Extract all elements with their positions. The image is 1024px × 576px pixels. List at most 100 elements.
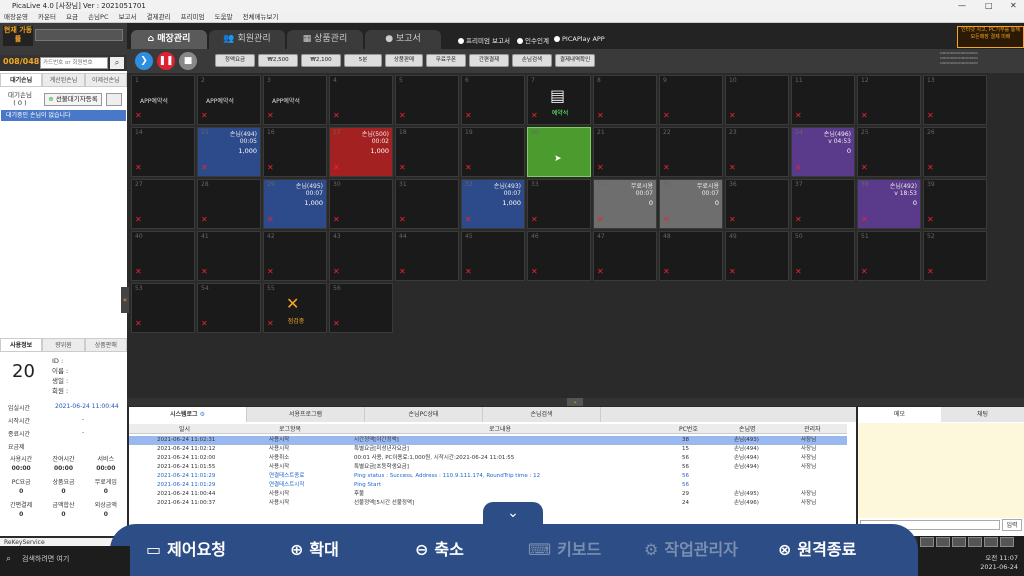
- seat-55[interactable]: 55 ✕ 점검중 ✕: [263, 283, 327, 333]
- log-row[interactable]: 2021-06-24 11:02:00 사용취소 00:01 사용, PC이용료:1…: [129, 454, 847, 463]
- seat-26[interactable]: 26 ✕: [923, 127, 987, 177]
- rate-2100-button[interactable]: ₩2,100: [301, 54, 341, 67]
- seat-34[interactable]: 34 무료시용 00:07 0 ✕: [593, 179, 657, 229]
- seat-45[interactable]: 45 ✕: [461, 231, 525, 281]
- seat-37[interactable]: 37 ✕: [791, 179, 855, 229]
- keyboard-button[interactable]: ⌨ 키보드: [528, 536, 601, 560]
- seat-22[interactable]: 22 ✕: [659, 127, 723, 177]
- tab-guest-search[interactable]: 손님검색: [483, 407, 601, 422]
- seat-23[interactable]: 23 ✕: [725, 127, 789, 177]
- tray-icon[interactable]: [1000, 537, 1014, 547]
- remote-toggle-icon[interactable]: ⌄: [483, 502, 543, 524]
- expand-panel-icon[interactable]: ⌄: [567, 398, 583, 406]
- menu-item[interactable]: 손님PC: [88, 13, 108, 21]
- menu-item[interactable]: 전체메뉴보기: [243, 13, 279, 21]
- tray-icon[interactable]: [952, 537, 966, 547]
- seat-10[interactable]: 10 ✕: [725, 75, 789, 125]
- log-row[interactable]: 2021-06-24 11:01:29 연결테스트시작 Ping Start 56: [129, 481, 847, 490]
- maximize-icon[interactable]: □: [985, 0, 993, 12]
- payment-history-button[interactable]: 결제내역확인: [555, 54, 595, 67]
- collapse-sidebar-icon[interactable]: «: [121, 287, 129, 313]
- tab-system-log[interactable]: 시스템로그 ⚙: [129, 407, 247, 422]
- seat-16[interactable]: 16 ✕: [263, 127, 327, 177]
- seat-51[interactable]: 51 ✕: [857, 231, 921, 281]
- menu-item[interactable]: 카운터: [38, 13, 56, 21]
- seat-17[interactable]: 17 손님(500) 00:02 1,000 ✕: [329, 127, 393, 177]
- seat-24[interactable]: 24 손님(496) v 04:53 0 ✕: [791, 127, 855, 177]
- seat-11[interactable]: 11 ✕: [791, 75, 855, 125]
- tab-waiting[interactable]: 대기손님: [0, 73, 43, 87]
- tab-memo[interactable]: 메모: [858, 407, 941, 422]
- seat-18[interactable]: 18 ✕: [395, 127, 459, 177]
- radio-picaplay-app[interactable]: PICAPlay APP: [554, 35, 605, 43]
- five-min-button[interactable]: 5분: [344, 54, 382, 67]
- task-manager-button[interactable]: ⚙ 작업관리자: [644, 536, 738, 560]
- stop-icon[interactable]: ■: [179, 52, 197, 70]
- seat-54[interactable]: 54 ✕: [197, 283, 261, 333]
- seat-5[interactable]: 5 ✕: [395, 75, 459, 125]
- pause-icon[interactable]: ❚❚: [157, 52, 175, 70]
- tab-product-sales[interactable]: 상품판매: [84, 338, 127, 352]
- seat-25[interactable]: 25 ✕: [857, 127, 921, 177]
- menu-item[interactable]: 요금: [66, 13, 78, 21]
- seat-53[interactable]: 53 ✕: [131, 283, 195, 333]
- easy-pay-button[interactable]: 간편결제: [469, 54, 509, 67]
- menu-item[interactable]: 프리미엄: [181, 13, 205, 21]
- flat-rate-button[interactable]: 정액요금: [215, 54, 255, 67]
- tab-member-management[interactable]: 👥 회원관리: [209, 30, 285, 49]
- seat-33[interactable]: 33 ✕: [527, 179, 591, 229]
- tray-icon[interactable]: [984, 537, 998, 547]
- tab-moved[interactable]: 이제선손님: [84, 73, 127, 87]
- seat-14[interactable]: 14 ✕: [131, 127, 195, 177]
- tab-member[interactable]: 량위원: [42, 338, 85, 352]
- free-coupon-button[interactable]: 무료쿠폰: [426, 54, 466, 67]
- promo-banner[interactable]: 인터넷 사고, PC기부를 통해 모든매장 결제 미배: [957, 26, 1024, 48]
- register-prepaid-button[interactable]: ⊕ 선불대기자등록: [44, 93, 102, 106]
- radio-handover[interactable]: 인수인계: [517, 35, 549, 45]
- seat-6[interactable]: 6 ✕: [461, 75, 525, 125]
- seat-13[interactable]: 13 ✕: [923, 75, 987, 125]
- seat-20[interactable]: 20 ➤: [527, 127, 591, 177]
- seat-29[interactable]: 29 손님(495) 00:07 1,000 ✕: [263, 179, 327, 229]
- seat-2[interactable]: 2 APP예약석 ✕: [197, 75, 261, 125]
- end-remote-button[interactable]: ⊗ 원격종료: [778, 536, 856, 560]
- seat-32[interactable]: 32 손님(493) 00:07 1,000 ✕: [461, 179, 525, 229]
- seat-27[interactable]: 27 ✕: [131, 179, 195, 229]
- log-row[interactable]: 2021-06-24 11:01:55 사용시작 특별요금[초등학생요금] 56 손님(…: [129, 463, 847, 472]
- rate-2500-button[interactable]: ₩2,500: [258, 54, 298, 67]
- seat-40[interactable]: 40 ✕: [131, 231, 195, 281]
- tab-chat[interactable]: 채팅: [941, 407, 1024, 422]
- seat-49[interactable]: 49 ✕: [725, 231, 789, 281]
- seat-1[interactable]: 1 APP예약석 ✕: [131, 75, 195, 125]
- log-row[interactable]: 2021-06-24 11:00:44 사용시작 후불 29 손님(495) 사장님: [129, 490, 847, 499]
- seat-15[interactable]: 15 손님(494) 00:05 1,000 ✕: [197, 127, 261, 177]
- seat-47[interactable]: 47 ✕: [593, 231, 657, 281]
- taskbar-search[interactable]: 검색하려면 여기: [22, 554, 69, 564]
- guest-search-button[interactable]: 손님검색: [512, 54, 552, 67]
- seat-21[interactable]: 21 ✕: [593, 127, 657, 177]
- list-icon[interactable]: [106, 93, 122, 106]
- seat-4[interactable]: 4 ✕: [329, 75, 393, 125]
- seat-41[interactable]: 41 ✕: [197, 231, 261, 281]
- product-sale-button[interactable]: 상품판매: [385, 54, 423, 67]
- seat-8[interactable]: 8 ✕: [593, 75, 657, 125]
- seat-36[interactable]: 36 ✕: [725, 179, 789, 229]
- zoom-out-button[interactable]: ⊖ 축소: [415, 536, 464, 560]
- play-icon[interactable]: ❯: [135, 52, 153, 70]
- seat-52[interactable]: 52 ✕: [923, 231, 987, 281]
- seat-7[interactable]: 7 ▤ 예약석 ✕: [527, 75, 591, 125]
- seat-19[interactable]: 19 ✕: [461, 127, 525, 177]
- tab-program[interactable]: 서용프로그램: [247, 407, 365, 422]
- seat-44[interactable]: 44 ✕: [395, 231, 459, 281]
- seat-48[interactable]: 48 ✕: [659, 231, 723, 281]
- clock[interactable]: 오전 11:07 2021-06-24: [980, 554, 1018, 572]
- log-row[interactable]: 2021-06-24 11:02:31 사용시작 시간정액[야간정액] 38 손님(49…: [129, 436, 847, 445]
- search-icon[interactable]: ⌕: [110, 57, 124, 69]
- tab-user-info[interactable]: 사용정보: [0, 338, 43, 352]
- tab-product-management[interactable]: ▦ 상품관리: [287, 30, 363, 49]
- menu-item[interactable]: 매장운영: [4, 13, 28, 21]
- seat-50[interactable]: 50 ✕: [791, 231, 855, 281]
- log-row[interactable]: 2021-06-24 11:01:29 연결테스트종료 Ping status : …: [129, 472, 847, 481]
- tab-pc-status[interactable]: 손님PC상태: [365, 407, 483, 422]
- seat-46[interactable]: 46 ✕: [527, 231, 591, 281]
